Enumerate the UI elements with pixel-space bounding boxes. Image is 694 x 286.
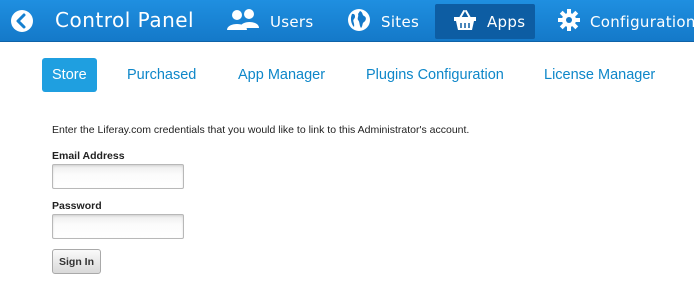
globe-icon — [347, 8, 371, 36]
gear-icon — [558, 8, 580, 35]
nav-sites-label: Sites — [381, 12, 420, 31]
back-button[interactable] — [11, 10, 33, 32]
apps-subnav: Store Purchased App Manager Plugins Conf… — [0, 58, 694, 92]
nav-apps[interactable]: Apps — [435, 4, 535, 39]
tab-license-manager[interactable]: License Manager — [544, 58, 655, 92]
sign-in-button[interactable]: Sign In — [52, 249, 101, 274]
users-icon — [226, 8, 260, 36]
nav-configuration[interactable]: Configuration — [558, 4, 694, 39]
password-field[interactable] — [52, 214, 184, 239]
control-panel-header: Control Panel Users Sites Apps Configura… — [0, 0, 694, 42]
intro-text: Enter the Liferay.com credentials that y… — [52, 124, 470, 136]
nav-users[interactable]: Users — [226, 4, 314, 39]
nav-configuration-label: Configuration — [590, 12, 694, 31]
tab-purchased[interactable]: Purchased — [127, 58, 196, 92]
nav-users-label: Users — [270, 12, 314, 31]
nav-apps-label: Apps — [487, 12, 526, 31]
page-title: Control Panel — [55, 8, 195, 32]
email-field[interactable] — [52, 164, 184, 189]
tab-plugins-configuration[interactable]: Plugins Configuration — [366, 58, 504, 92]
password-label: Password — [52, 200, 102, 212]
basket-icon — [453, 8, 477, 36]
back-arrow-icon — [16, 13, 26, 29]
tab-store[interactable]: Store — [42, 58, 97, 92]
nav-sites[interactable]: Sites — [347, 4, 419, 39]
email-label: Email Address — [52, 150, 125, 162]
tab-app-manager[interactable]: App Manager — [238, 58, 325, 92]
